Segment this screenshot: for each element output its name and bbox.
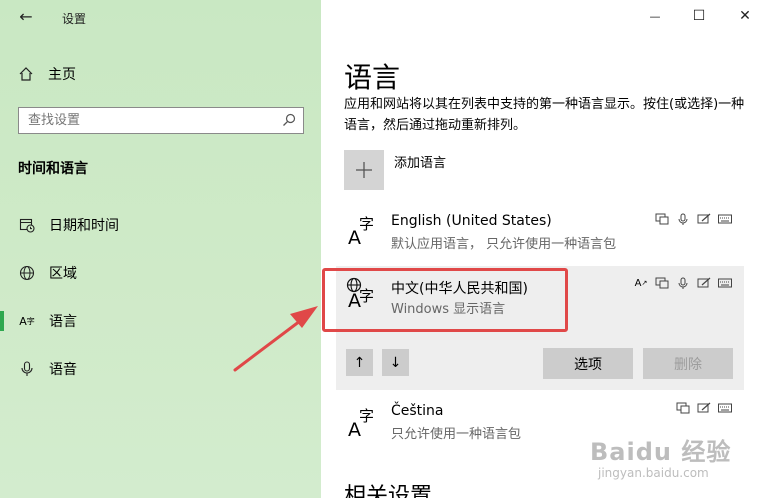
annotation-arrow-icon [233,306,318,372]
baidu-watermark: Baidu 经验 jingyan.baidu.com [590,432,740,488]
watermark-main: Baidu 经验 [590,438,732,466]
watermark-sub: jingyan.baidu.com [598,466,709,480]
